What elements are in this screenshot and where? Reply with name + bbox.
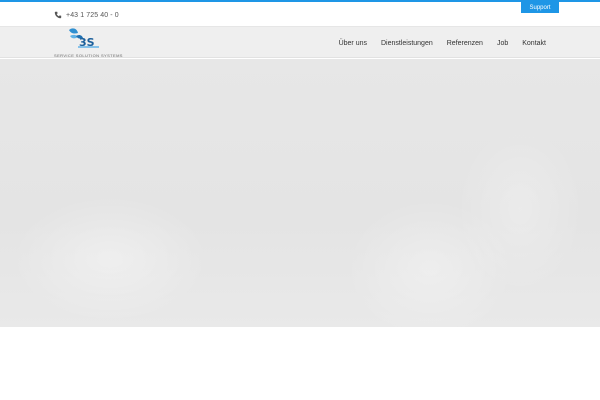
nav-item-dienstleistungen[interactable]: Dienstleistungen [381, 40, 433, 47]
nav-item-ueber-uns[interactable]: Über uns [339, 40, 367, 47]
nav-item-kontakt[interactable]: Kontakt [522, 40, 546, 47]
support-button[interactable]: Support [521, 2, 559, 13]
phone-contact[interactable]: +43 1 725 40 - 0 [54, 9, 119, 21]
phone-number: +43 1 725 40 - 0 [66, 11, 119, 19]
main-nav: Über uns Dienstleistungen Referenzen Job… [339, 37, 546, 49]
nav-item-job[interactable]: Job [497, 40, 508, 47]
hero-banner [0, 59, 600, 327]
logo-text: SERVICE SOLUTION SYSTEMS [54, 53, 123, 58]
phone-icon [54, 11, 62, 19]
top-bar: +43 1 725 40 - 0 Support [0, 2, 600, 26]
nav-item-referenzen[interactable]: Referenzen [447, 40, 483, 47]
site-logo[interactable]: 3S SERVICE SOLUTION SYSTEMS [54, 27, 123, 60]
butterfly-logo-icon: 3S [69, 28, 99, 49]
